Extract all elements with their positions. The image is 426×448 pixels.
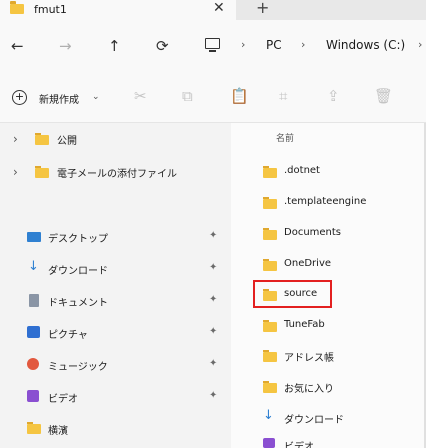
pin-icon[interactable]: ✦ (209, 262, 217, 273)
file-name: OneDrive (284, 258, 332, 269)
breadcrumb-separator[interactable]: › (241, 38, 245, 51)
picture-icon (27, 326, 40, 338)
folder-icon (10, 1, 24, 14)
close-tab-button[interactable]: ✕ (213, 0, 225, 16)
file-name: ダウンロード (284, 415, 344, 426)
folder-icon (263, 259, 277, 271)
add-icon[interactable]: + (12, 90, 27, 105)
pin-icon[interactable]: ✦ (209, 294, 217, 305)
sidebar-item-label: デスクトップ (48, 234, 108, 245)
sidebar-item-videos[interactable]: ビデオ ✦ (0, 387, 230, 407)
file-name: Documents (284, 227, 342, 238)
paste-icon[interactable]: 📋 (230, 87, 249, 105)
new-button[interactable]: 新規作成 (39, 91, 79, 106)
highlight-box (253, 280, 332, 308)
chevron-down-icon[interactable]: ⌄ (92, 92, 100, 102)
sidebar-item-pictures[interactable]: ピクチャ ✦ (0, 323, 230, 343)
share-icon[interactable]: ⇪ (327, 87, 340, 105)
sidebar-item-download[interactable]: ↓ ダウンロード ✦ (0, 259, 230, 279)
sidebar-item-email-attachments[interactable]: › 電子メールの添付ファイル (0, 163, 230, 181)
back-button[interactable]: ← (11, 37, 24, 55)
download-icon: ↓ (263, 408, 274, 423)
download-icon: ↓ (28, 259, 39, 274)
cut-icon[interactable]: ✂ (134, 87, 147, 105)
pin-icon[interactable]: ✦ (209, 358, 217, 369)
sidebar-item-label: ドキュメント (48, 298, 108, 309)
forward-button[interactable]: → (59, 37, 72, 55)
sidebar-item-label: 横濱 (48, 426, 68, 437)
refresh-button[interactable]: ⟳ (156, 37, 169, 55)
video-icon (263, 438, 275, 448)
copy-icon[interactable]: ⧉ (182, 87, 193, 105)
rename-icon[interactable]: ⌗ (279, 87, 287, 105)
music-icon (27, 358, 39, 370)
sidebar-item-documents[interactable]: ドキュメント ✦ (0, 291, 230, 311)
chevron-right-icon[interactable]: › (13, 132, 18, 146)
file-name: お気に入り (284, 384, 334, 395)
folder-icon (263, 350, 277, 362)
file-name: ビデオ (284, 442, 314, 448)
file-name: アドレス帳 (284, 353, 334, 364)
tab-title: fmut1 (34, 3, 67, 16)
sidebar-item-label: ダウンロード (48, 266, 108, 277)
pin-icon[interactable]: ✦ (209, 230, 217, 241)
folder-icon (35, 133, 49, 145)
sidebar-item-public[interactable]: › 公開 (0, 130, 230, 148)
video-icon (27, 390, 39, 402)
tab-fmut1[interactable]: fmut1 ✕ (0, 0, 236, 20)
breadcrumb-separator[interactable]: › (301, 38, 305, 51)
up-button[interactable]: ↑ (108, 37, 121, 55)
new-tab-button[interactable]: + (256, 0, 269, 17)
list-item[interactable]: お気に入り (258, 378, 418, 396)
sidebar-item-yokohama[interactable]: 横濱 (0, 419, 230, 439)
list-item[interactable]: OneDrive (258, 256, 418, 274)
folder-icon (263, 166, 277, 178)
file-name: .templateengine (284, 196, 367, 207)
breadcrumb-item-pc[interactable]: PC (266, 38, 282, 52)
name-column-header[interactable]: 名前 (276, 131, 294, 144)
file-name: .dotnet (284, 165, 320, 176)
desktop-icon (27, 232, 41, 242)
sidebar-item-music[interactable]: ミュージック ✦ (0, 355, 230, 375)
sidebar-item-label: 公開 (57, 136, 77, 147)
folder-icon (263, 320, 277, 332)
breadcrumb-overflow[interactable]: › (418, 38, 422, 51)
list-item[interactable]: ↓ ダウンロード (258, 408, 418, 427)
sidebar-item-label: ミュージック (48, 362, 108, 373)
sidebar-item-desktop[interactable]: デスクトップ ✦ (0, 227, 230, 247)
list-item[interactable]: Documents (258, 225, 418, 243)
list-item[interactable]: ビデオ (258, 438, 418, 448)
folder-icon (263, 228, 277, 240)
sidebar-item-label: ビデオ (48, 394, 78, 405)
monitor-icon[interactable] (205, 38, 220, 52)
breadcrumb-item-windows-c[interactable]: Windows (C:) (326, 38, 405, 52)
folder-icon (263, 381, 277, 393)
document-icon (29, 294, 39, 307)
list-item[interactable]: .templateengine (258, 194, 418, 212)
sidebar-item-label: ピクチャ (48, 330, 88, 341)
pin-icon[interactable]: ✦ (209, 326, 217, 337)
file-name: TuneFab (284, 319, 325, 330)
delete-icon[interactable]: 🗑 (374, 87, 393, 105)
folder-icon (27, 422, 41, 434)
list-item[interactable]: .dotnet (258, 163, 418, 181)
list-item[interactable]: TuneFab (258, 317, 418, 335)
pin-icon[interactable]: ✦ (209, 390, 217, 401)
list-item[interactable]: アドレス帳 (258, 347, 418, 365)
folder-icon (263, 197, 277, 209)
sidebar-item-label: 電子メールの添付ファイル (57, 169, 177, 180)
folder-icon (35, 166, 49, 178)
chevron-right-icon[interactable]: › (13, 165, 18, 179)
